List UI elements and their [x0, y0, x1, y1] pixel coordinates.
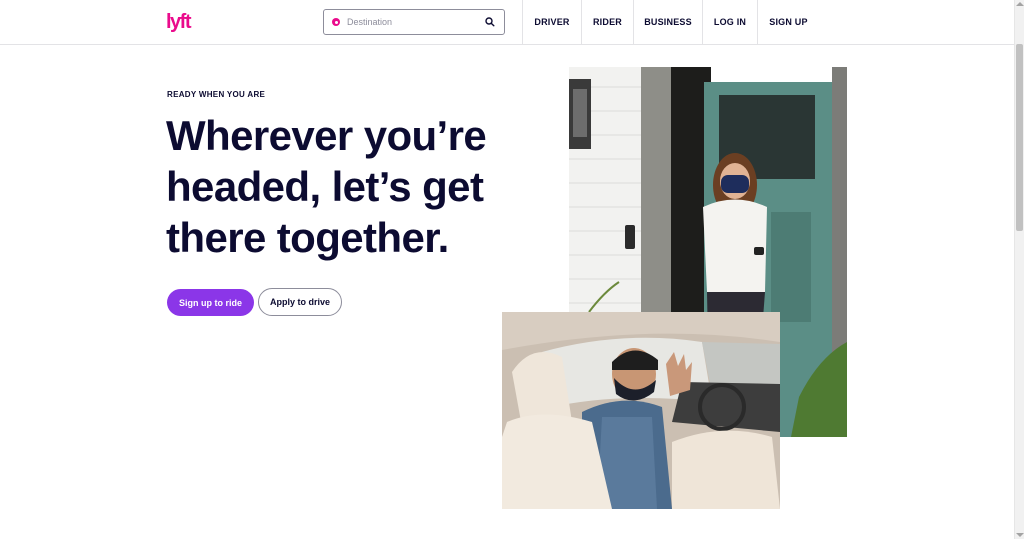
page-scrollbar[interactable] — [1014, 0, 1024, 539]
nav-sign-up[interactable]: SIGN UP — [757, 0, 819, 44]
hero-eyebrow: READY WHEN YOU ARE — [167, 90, 266, 99]
nav-rider[interactable]: RIDER — [581, 0, 633, 44]
lyft-logo[interactable]: lyft — [166, 10, 202, 34]
apply-to-drive-button[interactable]: Apply to drive — [258, 288, 342, 316]
hero-photo-driver — [502, 312, 780, 509]
main-nav: DRIVER RIDER BUSINESS LOG IN SIGN UP — [522, 0, 819, 44]
sign-up-to-ride-button[interactable]: Sign up to ride — [167, 289, 254, 316]
scroll-thumb[interactable] — [1016, 44, 1023, 231]
nav-business[interactable]: BUSINESS — [633, 0, 702, 44]
scroll-up-arrow-icon[interactable] — [1016, 2, 1024, 6]
nav-log-in[interactable]: LOG IN — [702, 0, 757, 44]
site-header: lyft Destination DRIVER RIDER BUSINESS L… — [0, 0, 1014, 45]
location-dot-icon — [332, 18, 340, 26]
destination-input[interactable]: Destination — [347, 17, 484, 27]
search-icon[interactable] — [484, 16, 496, 28]
svg-text:lyft: lyft — [166, 11, 192, 33]
destination-search[interactable]: Destination — [323, 9, 505, 35]
nav-driver[interactable]: DRIVER — [522, 0, 581, 44]
hero-headline: Wherever you’re headed, let’s get there … — [166, 112, 487, 261]
scroll-down-arrow-icon[interactable] — [1016, 533, 1024, 537]
